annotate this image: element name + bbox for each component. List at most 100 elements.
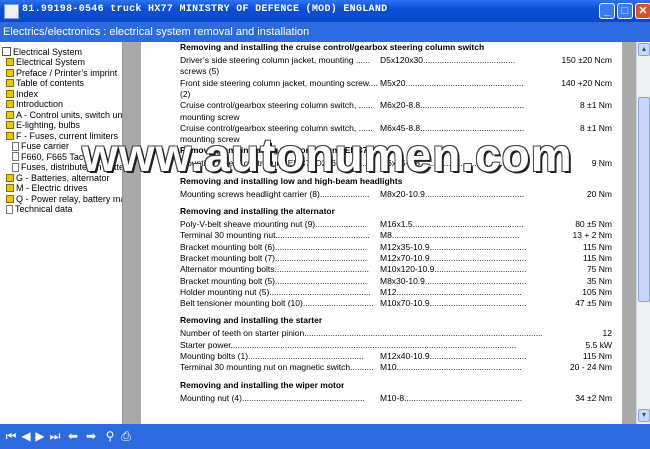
spec-size: M16x1.5.................................… [380, 219, 524, 230]
spec-value: 34 ±2 Nm [574, 392, 612, 404]
spec-value: 47 ±5 Nm [574, 298, 612, 310]
tree-item-label: Electrical System [13, 46, 83, 57]
tree-item-label: Index [16, 88, 39, 99]
book-icon [6, 184, 14, 192]
spec-label: Holder mounting nut (5).................… [180, 286, 371, 297]
spec-label: Bracket mounting bolt (6)...............… [180, 241, 368, 252]
tree-item[interactable]: Introduction [6, 99, 63, 110]
tree-item-label: M - Electric drives [16, 183, 88, 193]
spec-size: D5x120x30...............................… [380, 55, 516, 66]
spec-value: 115 Nm [581, 241, 612, 253]
spec-label: Front side steering column jacket, mount… [180, 77, 378, 88]
next-page-icon[interactable]: ▶ [34, 430, 46, 443]
spec-label: screws (5) [180, 66, 220, 77]
tree-item-label: Table of contents [16, 78, 85, 88]
spec-label: Removing and installing the cruise contr… [180, 42, 485, 52]
minimize-button[interactable]: _ [599, 3, 615, 19]
spec-value: 8 ±1 Nm [578, 122, 612, 134]
spec-size: M8......................................… [380, 230, 520, 242]
scroll-up-arrow[interactable]: ▲ [638, 43, 650, 56]
tree-item[interactable]: E-lighting, bulbs [6, 120, 80, 131]
book-icon [6, 58, 14, 66]
book-icon [6, 68, 14, 77]
book-icon [6, 79, 14, 87]
app-icon [4, 4, 19, 19]
previous-page-icon[interactable]: ◀ [20, 430, 32, 443]
document-icon [6, 204, 13, 214]
spec-value: 12 [601, 328, 612, 340]
breadcrumb-bar: Electrics/electronics : electrical syste… [0, 22, 650, 42]
spec-value: 150 ±20 Ncm [560, 55, 612, 66]
spec-size: M10x120-10.9............................… [380, 264, 527, 276]
tree-item[interactable]: Technical data [6, 204, 73, 215]
tree-item-label: Q - Power relay, battery ma [16, 193, 123, 204]
spec-label: Mounting bolts (1)......................… [180, 351, 364, 361]
spec-label: Alternator mounting bolts...............… [180, 264, 369, 275]
title-bar: 81.99198-0546 truck HX77 MINISTRY OF DEF… [0, 0, 650, 22]
spec-value: 13 + 2 Nm [571, 230, 612, 242]
tree-item[interactable]: F660, F665 Tac [12, 151, 83, 162]
forward-arrow-icon[interactable]: ➡ [84, 430, 98, 443]
spec-label: Terminal 30 mounting nut................… [180, 230, 370, 241]
first-page-icon[interactable]: ⏮ [4, 430, 18, 443]
spec-value: 20 - 24 Nm [568, 362, 612, 374]
tree-item[interactable]: Q - Power relay, battery ma [6, 193, 123, 204]
spec-size: M8x30-10.9..............................… [380, 275, 527, 287]
tree-item-label: Introduction [16, 99, 64, 109]
spec-size: M12.....................................… [380, 286, 522, 298]
close-button[interactable]: ✕ [635, 3, 650, 19]
spec-value: 35 Nm [585, 275, 612, 287]
book-icon [6, 173, 14, 182]
document-icon [12, 152, 19, 161]
spec-label: Terminal 30 mounting nut on magnetic swi… [180, 362, 374, 373]
tree-item[interactable]: Fuse carrier [12, 141, 69, 152]
maximize-button[interactable]: □ [617, 3, 633, 19]
book-icon [6, 100, 14, 108]
spec-label: Removing and installing the alternator [180, 206, 335, 216]
spec-size: M8x20-10.9..............................… [380, 188, 525, 200]
spec-label: Bracket mounting bolt (5)...............… [180, 275, 368, 286]
spec-size: M5x20...................................… [380, 77, 524, 89]
navigation-toolbar: ⏮ ◀ ▶ ⏭ ⬅ ➡ ⚲ ⎙ [0, 424, 650, 449]
spec-label: Driver’s side steering column jacket, mo… [180, 55, 371, 65]
book-icon [6, 110, 14, 119]
spec-size: M6x20-8.8...............................… [380, 100, 525, 112]
spec-label: mounting screw [180, 111, 240, 122]
navigation-tree[interactable]: Electrical System Electrical System Prefac… [0, 42, 123, 424]
tree-item[interactable]: Preface / Printer’s imprint [6, 67, 117, 78]
last-page-icon[interactable]: ⏭ [48, 430, 62, 443]
tree-item[interactable]: Electrical System [6, 57, 85, 68]
spec-value: 80 ±5 Nm [574, 219, 612, 230]
tree-item[interactable]: M - Electric drives [6, 183, 88, 194]
scroll-down-arrow[interactable]: ▼ [638, 409, 650, 422]
window-title: 81.99198-0546 truck HX77 MINISTRY OF DEF… [22, 4, 388, 15]
spec-label: Number of teeth on starter pinion.......… [180, 328, 543, 339]
spec-label: Belt tensioner mounting bolt (10).......… [180, 298, 374, 309]
spec-size: M12x35-10.9.............................… [380, 241, 527, 253]
spec-label: Bracket mounting bolt (7)...............… [180, 252, 368, 263]
tree-item[interactable]: A - Control units, switch un [6, 109, 122, 120]
book-icon [6, 131, 14, 140]
spec-value: 115 Nm [581, 252, 612, 264]
spec-value: 140 +20 Ncm [560, 77, 612, 89]
tree-item[interactable]: Electrical System [2, 46, 82, 57]
spec-size: M12x70-10.9.............................… [380, 252, 527, 264]
tree-item-label: Technical data [15, 204, 73, 214]
spec-label: Cruise control/gearbox steering column s… [180, 100, 373, 111]
tree-item-label: Electrical System [16, 57, 86, 67]
tree-item[interactable]: Table of contents [6, 78, 84, 89]
tree-root-icon [2, 47, 11, 56]
back-arrow-icon[interactable]: ⬅ [66, 430, 80, 443]
book-icon [6, 89, 14, 98]
print-icon[interactable]: ⎙ [120, 430, 132, 443]
spec-label: (2) [180, 88, 191, 99]
spec-label: Mounting screws headlight carrier (8)...… [180, 188, 370, 199]
search-icon[interactable]: ⚲ [104, 430, 116, 443]
vertical-scrollbar[interactable]: ▲ ▼ [636, 42, 650, 424]
scroll-thumb[interactable] [638, 97, 650, 302]
spec-value: 8 ±1 Nm [578, 100, 612, 112]
document-icon [12, 141, 19, 151]
tree-item[interactable]: Index [6, 88, 38, 99]
tree-item-label: F660, F665 Tac [21, 151, 84, 162]
spec-value: 9 Nm [590, 158, 612, 170]
